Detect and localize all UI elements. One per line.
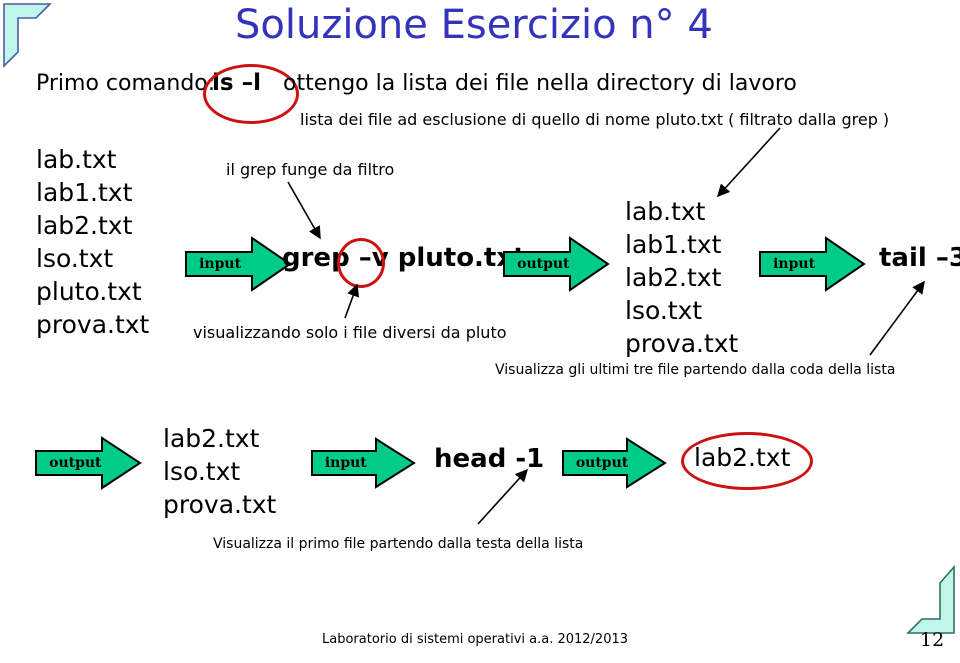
list-item: lso.txt (625, 296, 703, 325)
arrow-grep-output: output (502, 236, 610, 292)
footer-course-label: Laboratorio di sistemi operativi a.a. 20… (322, 632, 629, 647)
arrow-tail-output: output (34, 436, 142, 490)
slide-canvas: Soluzione Esercizio n° 4 Primo comando: … (0, 0, 960, 663)
arrow-input-to-grep: input (184, 236, 292, 292)
page-title: Soluzione Esercizio n° 4 (235, 2, 713, 48)
grep-filter-subcaption: lista dei file ad esclusione di quello d… (300, 110, 890, 129)
arrow-input-to-head: input (310, 437, 416, 489)
list-item: lso.txt (36, 244, 114, 273)
arrow-input-to-tail: input (758, 236, 866, 292)
list-item: lab1.txt (625, 230, 722, 259)
decorative-corner-top-left (0, 0, 56, 72)
head-command-text: head -1 (434, 444, 545, 474)
grep-output-file-list: lab.txt lab1.txt lab2.txt lso.txt prova.… (625, 195, 738, 360)
tail-caption: Visualizza gli ultimi tre file partendo … (495, 362, 896, 378)
list-item: lab2.txt (625, 263, 722, 292)
tail-output-file-list: lab2.txt lso.txt prova.txt (163, 422, 276, 521)
primo-comando-label: Primo comando: (36, 71, 216, 96)
list-item: lab2.txt (36, 211, 133, 240)
list-item: lso.txt (163, 457, 241, 486)
list-item: lab.txt (625, 197, 706, 226)
arrow-head-output: output (561, 437, 667, 489)
list-item: prova.txt (625, 329, 739, 358)
highlight-ellipse-final-result (681, 432, 813, 490)
grep-result-note: visualizzando solo i file diversi da plu… (193, 323, 507, 342)
tail-command-text: tail –3 (879, 243, 960, 273)
highlight-ellipse-grep-v-flag (337, 238, 385, 288)
list-item: lab2.txt (163, 424, 260, 453)
list-item: prova.txt (36, 310, 150, 339)
grep-command-text: grep –v pluto.txt (282, 243, 526, 273)
decorative-corner-bottom-right (900, 564, 958, 637)
list-item: pluto.txt (36, 277, 142, 306)
list-item: prova.txt (163, 490, 277, 519)
input-file-list: lab.txt lab1.txt lab2.txt lso.txt pluto.… (36, 143, 149, 341)
list-item: lab.txt (36, 145, 117, 174)
list-item: lab1.txt (36, 178, 133, 207)
ls-command-description: ottengo la lista dei file nella director… (283, 71, 797, 96)
page-number: 12 (920, 629, 945, 651)
grep-filter-note: il grep funge da filtro (226, 160, 395, 179)
head-caption: Visualizza il primo file partendo dalla … (213, 536, 584, 552)
